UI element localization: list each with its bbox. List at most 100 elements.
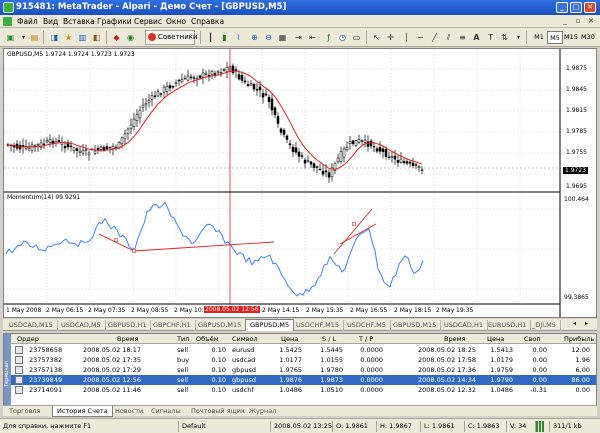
timeframe-m1[interactable]: M1 (531, 31, 547, 44)
dropdown-arrow-icon[interactable]: ▾ (512, 31, 525, 44)
navigator-icon[interactable]: ★ (62, 31, 75, 44)
new-chart-icon[interactable]: ▣ (4, 31, 17, 44)
tab-scroll-right-icon[interactable]: ▸ (585, 320, 588, 327)
timeframe-m15[interactable]: M15 (563, 31, 579, 44)
chart-tab[interactable]: GBPUSD,M15 (389, 320, 442, 331)
column-tp[interactable]: T / P (359, 334, 373, 344)
candlestick-icon[interactable]: ▮ (218, 31, 231, 44)
column-type[interactable]: Тип (177, 334, 189, 344)
templates-icon[interactable]: ▭ (350, 31, 363, 44)
status-profile[interactable]: Default (178, 421, 206, 432)
zoom-out-icon[interactable]: ⊖ (262, 31, 275, 44)
arrows-icon[interactable]: ⇅ (498, 31, 511, 44)
column-sl[interactable]: S / L (322, 334, 336, 344)
chart-tab[interactable]: USDCHF,M5 (343, 320, 391, 331)
chart-header: GBPUSD,M5 1.9724 1.9724 1.9723 1.9723 (7, 51, 135, 58)
menu-insert[interactable]: Вставка (60, 15, 98, 28)
history-row[interactable]: 23757382 2008.05.02 17:35 buy 0.10 usdcad 1.0… (11, 355, 596, 365)
terminal-tab-trade[interactable]: Торговля (5, 406, 44, 417)
history-row[interactable]: 23739849 2008.05.02 12:56 sell 0.10 gbpusd 1.… (11, 375, 596, 385)
chart-tab[interactable]: GBPUSD,M15 (194, 320, 247, 331)
chart-tab-active[interactable]: GBPUSD,M5 (245, 319, 295, 331)
history-row[interactable]: 23757138 2008.05.02 17:29 sell 0.10 gbpusd 1.… (11, 365, 596, 375)
chart-tab[interactable]: GBPCHF,H1 (149, 320, 196, 331)
metaeditor-icon[interactable]: ◉ (124, 31, 137, 44)
chart-tab[interactable]: USDCAD,M5 (57, 320, 106, 331)
mdi-minimize-icon[interactable]: _ (560, 16, 570, 26)
chart-tab[interactable]: GBPUSD,H1 (104, 320, 152, 331)
timeframe-m30[interactable]: M30 (580, 31, 596, 44)
autoscroll-icon[interactable]: ⇤ (306, 31, 319, 44)
metatrader-window: 915481: MetaTrader - Alpari - Демо Счет … (0, 0, 600, 433)
periods-icon[interactable]: ◷ (336, 31, 349, 44)
chart-tab[interactable]: _DJI,M5 (528, 320, 561, 331)
text-label-icon[interactable]: T (484, 31, 497, 44)
menu-bar: Файл Вид Вставка Графики Сервис Окно Спр… (0, 15, 600, 28)
crosshair-icon[interactable]: ✛ (384, 31, 397, 44)
column-close-price[interactable]: Цена (487, 334, 504, 344)
chart-tab[interactable]: USDCHF,M15 (292, 320, 344, 331)
column-time[interactable]: Время (117, 334, 138, 344)
cursor-icon[interactable]: ↖ (370, 31, 383, 44)
candle-body (348, 141, 352, 144)
title-bar[interactable]: 915481: MetaTrader - Alpari - Демо Счет … (0, 0, 600, 15)
timeframe-m5[interactable]: M5 (547, 31, 563, 44)
candle-body (111, 146, 115, 150)
expert-advisors-button[interactable]: Советники (145, 30, 198, 45)
history-row[interactable]: 23714091 2008.05.02 11:46 sell 0.10 usdchf 1.… (11, 385, 596, 395)
text-tool-icon[interactable]: A (470, 31, 483, 44)
menu-view[interactable]: Вид (40, 15, 61, 28)
channel-icon[interactable]: ⫽ (442, 31, 455, 44)
minimize-button[interactable]: _ (556, 2, 568, 13)
tab-scroll-left-icon[interactable]: ◂ (573, 320, 576, 327)
menu-window[interactable]: Окно (163, 15, 189, 28)
cell-symbol: usdchf (232, 386, 254, 394)
column-swap[interactable]: Своп (524, 334, 541, 344)
menu-tools[interactable]: Сервис (131, 15, 165, 28)
bar-chart-icon[interactable]: ┃ (204, 31, 217, 44)
chart-tab[interactable]: EURUSD,H1 (484, 320, 532, 331)
new-order-icon[interactable]: ◆ (110, 31, 123, 44)
column-close-time[interactable]: Время (444, 334, 465, 344)
trendline-anchor[interactable] (132, 249, 136, 253)
column-volume[interactable]: Объём (196, 334, 219, 344)
tester-icon[interactable]: ◧ (90, 31, 103, 44)
line-chart-icon[interactable]: ⌇ (232, 31, 245, 44)
fibonacci-icon[interactable]: ≡ (456, 31, 469, 44)
horizontal-line-icon[interactable]: ─ (414, 31, 427, 44)
chart-tab[interactable]: USDCAD,M15 (5, 320, 58, 331)
column-order[interactable]: Ордер (17, 334, 39, 344)
indicators-icon[interactable]: ƒ (322, 31, 335, 44)
terminal-tab-news[interactable]: Новости (111, 406, 147, 417)
price-chart[interactable] (4, 49, 596, 317)
mdi-restore-icon[interactable]: ▫ (573, 16, 583, 26)
column-symbol[interactable]: Символ (232, 334, 258, 344)
close-button[interactable]: ✕ (584, 2, 596, 13)
trendlines[interactable] (4, 167, 560, 255)
trendline-anchor[interactable] (352, 222, 356, 226)
chart-shift-icon[interactable]: ⇥ (292, 31, 305, 44)
column-price[interactable]: Цена (281, 334, 298, 344)
market-watch-icon[interactable]: ◨ (48, 31, 61, 44)
terminal-tab-mailbox[interactable]: Почтовый ящик (187, 406, 249, 417)
status-help: Для справки, нажмите F1 (3, 422, 92, 430)
maximize-button[interactable]: □ (570, 2, 582, 13)
menu-help[interactable]: Справка (188, 15, 227, 28)
menu-charts[interactable]: Графики (94, 15, 135, 28)
terminal-icon[interactable]: ▥ (76, 31, 89, 44)
mdi-close-icon[interactable]: ✕ (586, 16, 596, 26)
column-profit[interactable]: Прибыль (564, 334, 594, 344)
tile-windows-icon[interactable]: ▦ (276, 31, 289, 44)
trendline-icon[interactable]: ╱ (428, 31, 441, 44)
zoom-in-icon[interactable]: ⊕ (248, 31, 261, 44)
menu-file[interactable]: Файл (14, 15, 41, 28)
chart-tab[interactable]: USDCAD,H1 (440, 320, 488, 331)
terminal-tab-signals[interactable]: Сигналы (147, 406, 185, 417)
chart-window[interactable]: GBPUSD,M5 1.9724 1.9724 1.9723 1.9723 Mo… (3, 48, 597, 318)
history-row[interactable]: 23758658 2008.05.02 18:17 sell 0.10 eurusd 1.… (11, 345, 596, 355)
terminal-tab-journal[interactable]: Журнал (245, 406, 280, 417)
trendline-anchor[interactable] (114, 238, 118, 242)
terminal-tab-history[interactable]: История Счета (52, 406, 113, 417)
vertical-line-icon[interactable]: │ (400, 31, 413, 44)
profiles-icon[interactable]: ▤ (28, 31, 41, 44)
